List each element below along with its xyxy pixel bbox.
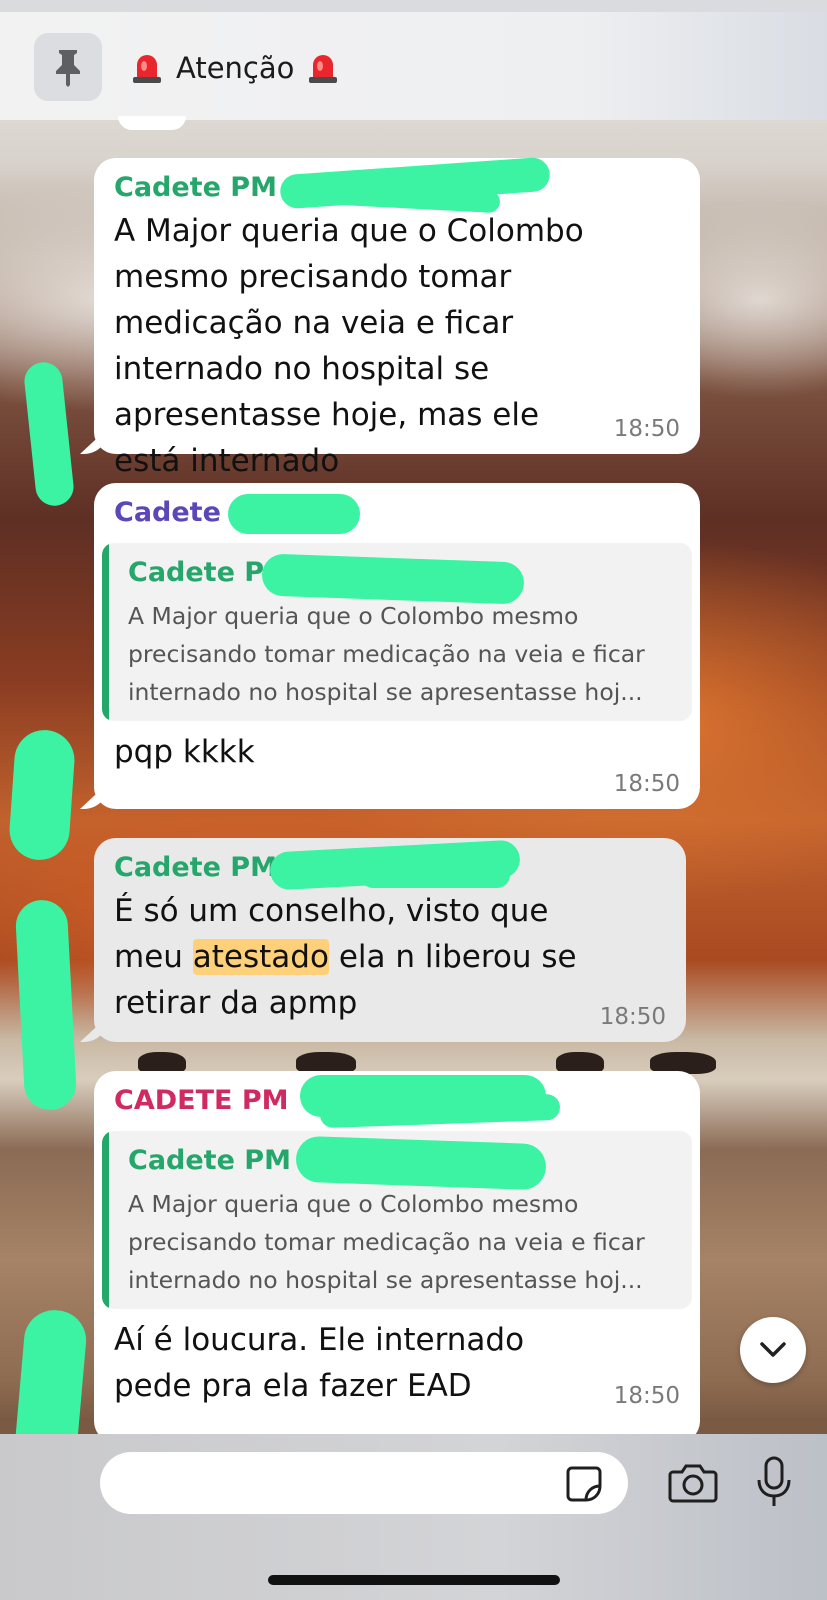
message-text: Aí é loucura. Ele internado pede pra ela… (114, 1322, 525, 1404)
redaction-scribble (7, 728, 77, 862)
pinned-title: Atenção (130, 46, 340, 90)
police-siren-emoji (133, 55, 161, 83)
scroll-to-bottom-button[interactable] (740, 1317, 806, 1383)
search-highlight: atestado (192, 939, 329, 975)
police-siren-emoji (309, 55, 338, 83)
sticker-icon[interactable] (564, 1464, 604, 1504)
pin-icon[interactable] (34, 33, 102, 101)
message-bubble[interactable]: Cadete Cadete P A Major queria que o Col… (80, 483, 700, 809)
message-text: A Major queria que o Colombo mesmo preci… (114, 213, 584, 479)
message-time: 18:50 (599, 1004, 666, 1030)
quoted-text: A Major queria que o Colombo mesmo preci… (128, 1190, 645, 1294)
redaction-scribble (14, 898, 78, 1112)
status-bar-strip (0, 0, 827, 12)
message-time: 18:50 (613, 771, 680, 797)
message-time: 18:50 (613, 1383, 680, 1409)
message-text-part: ela n liberou se retirar da apmp (114, 939, 577, 1021)
quoted-text: A Major queria que o Colombo mesmo preci… (128, 602, 645, 706)
camera-icon[interactable] (668, 1462, 718, 1504)
message-text: É só um conselho, visto que meu atestado… (114, 888, 596, 1026)
pinned-message-bar[interactable]: Atenção (0, 12, 827, 120)
home-indicator[interactable] (268, 1575, 560, 1585)
redaction-scribble (228, 494, 360, 534)
redaction-scribble (295, 1135, 547, 1191)
message-text: pqp kkkk (114, 734, 255, 770)
previous-message-edge (118, 116, 186, 130)
message-sender[interactable]: Cadete (114, 495, 680, 531)
redaction-scribble (360, 862, 510, 888)
pinned-title-text: Atenção (176, 51, 295, 85)
message-bubble[interactable]: CADETE PM Cadete PM A Major queria que o… (94, 1071, 700, 1443)
message-input[interactable] (100, 1452, 628, 1514)
message-time: 18:50 (613, 416, 680, 442)
chevron-down-icon (760, 1342, 786, 1357)
microphone-icon[interactable] (755, 1456, 793, 1508)
